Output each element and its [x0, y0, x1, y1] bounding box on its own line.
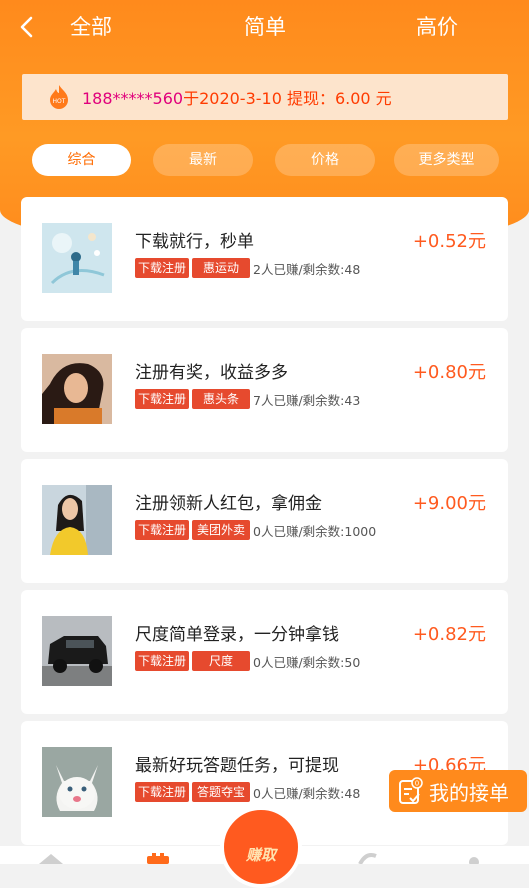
withdraw-notice: HOT 188*****560于2020-3-10 提现：6.00 元	[22, 74, 508, 120]
task-reward: +0.82元	[412, 624, 486, 645]
filter-bar: 综合 最新 价格 更多类型	[0, 144, 529, 176]
tab-high-price[interactable]: 高价	[416, 12, 458, 42]
hot-flame-icon: HOT	[50, 85, 68, 109]
task-reward: +9.00元	[412, 493, 486, 514]
task-type-tag: 下载注册	[135, 520, 190, 540]
task-stats: 7人已赚/剩余数:43	[253, 392, 361, 408]
task-tags: 下载注册 尺度 0人已赚/剩余数:50	[135, 651, 360, 671]
task-type-tag: 下载注册	[135, 258, 190, 278]
notice-text: 188*****560于2020-3-10 提现：6.00 元	[82, 85, 392, 109]
task-card[interactable]: 注册领新人红包，拿佣金 +9.00元 下载注册 美团外卖 0人已赚/剩余数:10…	[21, 459, 508, 583]
filter-more-types[interactable]: 更多类型	[394, 144, 499, 176]
earn-center-button[interactable]: 赚取	[220, 806, 302, 888]
task-stats: 2人已赚/剩余数:48	[253, 261, 361, 277]
task-card[interactable]: 尺度简单登录，一分钟拿钱 +0.82元 下载注册 尺度 0人已赚/剩余数:50	[21, 590, 508, 714]
task-reward: +0.52元	[412, 231, 486, 252]
my-orders-button[interactable]: 0 我的接单	[389, 770, 527, 812]
task-type-tag: 下载注册	[135, 651, 190, 671]
woman-yellow-sweater-thumbnail	[42, 485, 112, 555]
task-reward: +0.80元	[412, 362, 486, 383]
filter-comprehensive[interactable]: 综合	[32, 144, 131, 176]
task-app-tag: 惠头条	[192, 389, 251, 409]
earn-label: 赚取	[245, 846, 276, 864]
tab-all[interactable]: 全部	[70, 12, 112, 42]
orders-badge: 0	[415, 780, 419, 788]
notice-phone: 188*****560	[82, 89, 184, 108]
notice-detail: 于2020-3-10 提现：6.00 元	[183, 89, 392, 108]
task-app-tag: 答题夺宝	[192, 782, 251, 802]
illustration-thumbnail	[42, 223, 112, 293]
task-title: 注册有奖，收益多多	[135, 363, 288, 383]
task-type-tag: 下载注册	[135, 389, 190, 409]
task-stats: 0人已赚/剩余数:50	[253, 654, 361, 670]
task-app-tag: 美团外卖	[192, 520, 251, 540]
task-tags: 下载注册 美团外卖 0人已赚/剩余数:1000	[135, 520, 376, 540]
task-app-tag: 惠运动	[192, 258, 251, 278]
task-tags: 下载注册 惠运动 2人已赚/剩余数:48	[135, 258, 360, 278]
woman-portrait-thumbnail	[42, 354, 112, 424]
task-app-tag: 尺度	[192, 651, 251, 671]
task-type-tag: 下载注册	[135, 782, 190, 802]
home-icon[interactable]	[36, 852, 66, 864]
task-stats: 0人已赚/剩余数:1000	[253, 523, 377, 539]
task-card[interactable]: 下载就行，秒单 +0.52元 下载注册 惠运动 2人已赚/剩余数:48	[21, 197, 508, 321]
task-tags: 下载注册 惠头条 7人已赚/剩余数:43	[135, 389, 360, 409]
filter-price[interactable]: 价格	[275, 144, 375, 176]
task-tags: 下载注册 答题夺宝 0人已赚/剩余数:48	[135, 782, 360, 802]
black-suv-thumbnail	[42, 616, 112, 686]
white-kitten-thumbnail	[42, 747, 112, 817]
task-card[interactable]: 注册有奖，收益多多 +0.80元 下载注册 惠头条 7人已赚/剩余数:43	[21, 328, 508, 452]
task-title: 下载就行，秒单	[135, 232, 254, 252]
tab-simple[interactable]: 简单	[244, 12, 286, 42]
back-button[interactable]	[14, 12, 40, 42]
task-title: 注册领新人红包，拿佣金	[135, 494, 322, 514]
profile-icon[interactable]	[462, 852, 486, 864]
my-orders-label: 我的接单	[429, 780, 509, 805]
discover-icon[interactable]	[356, 852, 380, 864]
checklist-icon: 0	[399, 777, 423, 804]
task-title: 尺度简单登录，一分钟拿钱	[135, 625, 339, 645]
task-title: 最新好玩答题任务，可提现	[135, 756, 339, 776]
task-tab-icon[interactable]	[143, 852, 173, 864]
top-bar: 全部 简单 高价	[0, 0, 529, 56]
task-stats: 0人已赚/剩余数:48	[253, 785, 361, 801]
filter-newest[interactable]: 最新	[153, 144, 253, 176]
hot-label: HOT	[53, 98, 66, 105]
chevron-left-icon	[20, 16, 33, 38]
